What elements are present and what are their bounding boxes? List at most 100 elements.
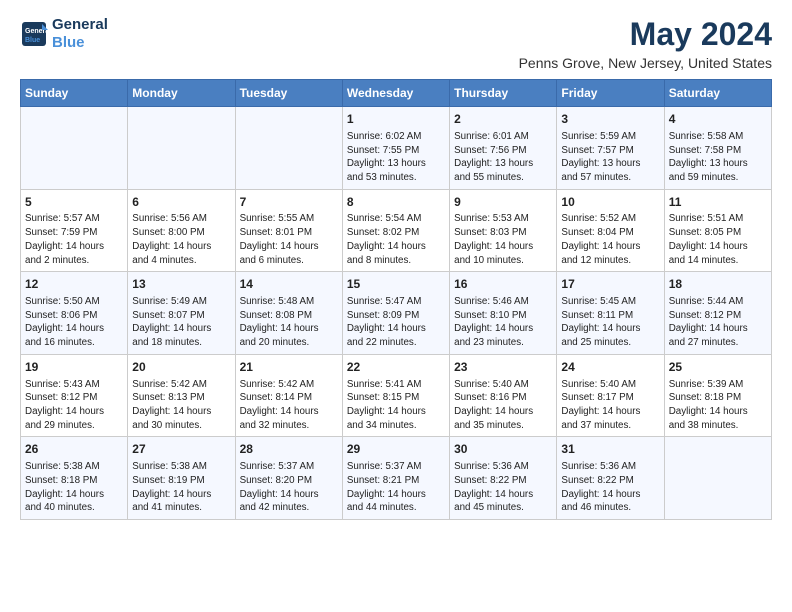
col-header-wednesday: Wednesday [342, 80, 449, 107]
day-number: 4 [669, 111, 767, 128]
day-cell: 25Sunrise: 5:39 AM Sunset: 8:18 PM Dayli… [664, 354, 771, 437]
day-number: 5 [25, 194, 123, 211]
day-info: Sunrise: 5:49 AM Sunset: 8:07 PM Dayligh… [132, 295, 230, 350]
day-cell [21, 107, 128, 190]
day-number: 30 [454, 441, 552, 458]
day-cell: 30 Sunrise: 5:36 AM Sunset: 8:22 PM Dayli… [450, 437, 557, 520]
day-info: Sunrise: 5:38 AM Sunset: 8:19 PM Dayligh… [132, 460, 230, 515]
week-row-3: 12 Sunrise: 5:50 AM Sunset: 8:06 PM Dayli… [21, 272, 772, 355]
col-header-sunday: Sunday [21, 80, 128, 107]
day-number: 2 [454, 111, 552, 128]
day-info: Sunrise: 5:55 AM Sunset: 8:01 PM Dayligh… [240, 212, 338, 267]
day-info: Sunrise: 5:46 AM Sunset: 8:10 PM Dayligh… [454, 295, 552, 350]
col-header-tuesday: Tuesday [235, 80, 342, 107]
day-number: 17 [561, 276, 659, 293]
day-number: 6 [132, 194, 230, 211]
day-cell: 7Sunrise: 5:55 AM Sunset: 8:01 PM Daylig… [235, 189, 342, 272]
day-number: 15 [347, 276, 445, 293]
day-number: 20 [132, 359, 230, 376]
day-number: 13 [132, 276, 230, 293]
col-header-saturday: Saturday [664, 80, 771, 107]
day-info: Sunrise: 5:37 AM Sunset: 8:21 PM Dayligh… [347, 460, 445, 515]
title-block: May 2024 Penns Grove, New Jersey, United… [519, 16, 772, 71]
day-number: 27 [132, 441, 230, 458]
header-row: SundayMondayTuesdayWednesdayThursdayFrid… [21, 80, 772, 107]
day-info: Sunrise: 5:58 AM Sunset: 7:58 PM Dayligh… [669, 130, 767, 185]
day-info: Sunrise: 5:54 AM Sunset: 8:02 PM Dayligh… [347, 212, 445, 267]
day-number: 12 [25, 276, 123, 293]
day-cell: 27 Sunrise: 5:38 AM Sunset: 8:19 PM Dayli… [128, 437, 235, 520]
day-info: Sunrise: 5:40 AM Sunset: 8:17 PM Dayligh… [561, 378, 659, 433]
logo-line1: General [52, 16, 108, 34]
logo: General Blue General Blue [20, 16, 108, 52]
day-info: Sunrise: 6:02 AM Sunset: 7:55 PM Dayligh… [347, 130, 445, 185]
day-cell: 31 Sunrise: 5:36 AM Sunset: 8:22 PM Dayli… [557, 437, 664, 520]
day-number: 21 [240, 359, 338, 376]
day-cell: 29 Sunrise: 5:37 AM Sunset: 8:21 PM Dayli… [342, 437, 449, 520]
logo-icon: General Blue [20, 20, 48, 48]
day-number: 16 [454, 276, 552, 293]
week-row-4: 19 Sunrise: 5:43 AM Sunset: 8:12 PM Dayli… [21, 354, 772, 437]
day-cell: 10Sunrise: 5:52 AM Sunset: 8:04 PM Dayli… [557, 189, 664, 272]
day-number: 8 [347, 194, 445, 211]
day-number: 9 [454, 194, 552, 211]
day-number: 14 [240, 276, 338, 293]
svg-text:Blue: Blue [25, 37, 40, 44]
day-cell [664, 437, 771, 520]
day-info: Sunrise: 5:36 AM Sunset: 8:22 PM Dayligh… [561, 460, 659, 515]
day-cell: 17 Sunrise: 5:45 AM Sunset: 8:11 PM Dayli… [557, 272, 664, 355]
col-header-thursday: Thursday [450, 80, 557, 107]
day-info: Sunrise: 5:40 AM Sunset: 8:16 PM Dayligh… [454, 378, 552, 433]
page-subtitle: Penns Grove, New Jersey, United States [519, 55, 772, 71]
day-number: 1 [347, 111, 445, 128]
day-info: Sunrise: 5:43 AM Sunset: 8:12 PM Dayligh… [25, 378, 123, 433]
day-info: Sunrise: 5:42 AM Sunset: 8:13 PM Dayligh… [132, 378, 230, 433]
page-header: General Blue General Blue May 2024 Penns… [20, 16, 772, 71]
day-info: Sunrise: 5:57 AM Sunset: 7:59 PM Dayligh… [25, 212, 123, 267]
day-cell: 4 Sunrise: 5:58 AM Sunset: 7:58 PM Daylig… [664, 107, 771, 190]
day-info: Sunrise: 5:51 AM Sunset: 8:05 PM Dayligh… [669, 212, 767, 267]
day-number: 31 [561, 441, 659, 458]
day-number: 23 [454, 359, 552, 376]
week-row-5: 26 Sunrise: 5:38 AM Sunset: 8:18 PM Dayli… [21, 437, 772, 520]
day-cell: 6Sunrise: 5:56 AM Sunset: 8:00 PM Daylig… [128, 189, 235, 272]
day-number: 19 [25, 359, 123, 376]
day-info: Sunrise: 5:52 AM Sunset: 8:04 PM Dayligh… [561, 212, 659, 267]
week-row-1: 1 Sunrise: 6:02 AM Sunset: 7:55 PM Daylig… [21, 107, 772, 190]
day-info: Sunrise: 5:37 AM Sunset: 8:20 PM Dayligh… [240, 460, 338, 515]
col-header-monday: Monday [128, 80, 235, 107]
day-number: 25 [669, 359, 767, 376]
day-info: Sunrise: 6:01 AM Sunset: 7:56 PM Dayligh… [454, 130, 552, 185]
day-info: Sunrise: 5:56 AM Sunset: 8:00 PM Dayligh… [132, 212, 230, 267]
day-cell: 24Sunrise: 5:40 AM Sunset: 8:17 PM Dayli… [557, 354, 664, 437]
day-cell: 14Sunrise: 5:48 AM Sunset: 8:08 PM Dayli… [235, 272, 342, 355]
day-cell: 9Sunrise: 5:53 AM Sunset: 8:03 PM Daylig… [450, 189, 557, 272]
day-info: Sunrise: 5:36 AM Sunset: 8:22 PM Dayligh… [454, 460, 552, 515]
day-cell: 19 Sunrise: 5:43 AM Sunset: 8:12 PM Dayli… [21, 354, 128, 437]
day-number: 26 [25, 441, 123, 458]
calendar-table: SundayMondayTuesdayWednesdayThursdayFrid… [20, 79, 772, 520]
day-info: Sunrise: 5:38 AM Sunset: 8:18 PM Dayligh… [25, 460, 123, 515]
day-info: Sunrise: 5:45 AM Sunset: 8:11 PM Dayligh… [561, 295, 659, 350]
day-number: 10 [561, 194, 659, 211]
day-number: 18 [669, 276, 767, 293]
day-number: 22 [347, 359, 445, 376]
day-info: Sunrise: 5:42 AM Sunset: 8:14 PM Dayligh… [240, 378, 338, 433]
day-info: Sunrise: 5:50 AM Sunset: 8:06 PM Dayligh… [25, 295, 123, 350]
day-cell: 11Sunrise: 5:51 AM Sunset: 8:05 PM Dayli… [664, 189, 771, 272]
day-cell: 15Sunrise: 5:47 AM Sunset: 8:09 PM Dayli… [342, 272, 449, 355]
day-number: 7 [240, 194, 338, 211]
day-cell: 28 Sunrise: 5:37 AM Sunset: 8:20 PM Dayli… [235, 437, 342, 520]
logo-line2: Blue [52, 34, 108, 52]
day-info: Sunrise: 5:59 AM Sunset: 7:57 PM Dayligh… [561, 130, 659, 185]
day-cell: 3Sunrise: 5:59 AM Sunset: 7:57 PM Daylig… [557, 107, 664, 190]
day-number: 11 [669, 194, 767, 211]
day-cell: 23 Sunrise: 5:40 AM Sunset: 8:16 PM Dayli… [450, 354, 557, 437]
day-cell: 26 Sunrise: 5:38 AM Sunset: 8:18 PM Dayli… [21, 437, 128, 520]
day-number: 29 [347, 441, 445, 458]
day-cell [235, 107, 342, 190]
col-header-friday: Friday [557, 80, 664, 107]
day-cell: 20 Sunrise: 5:42 AM Sunset: 8:13 PM Dayli… [128, 354, 235, 437]
day-number: 28 [240, 441, 338, 458]
logo-text: General Blue [52, 16, 108, 52]
